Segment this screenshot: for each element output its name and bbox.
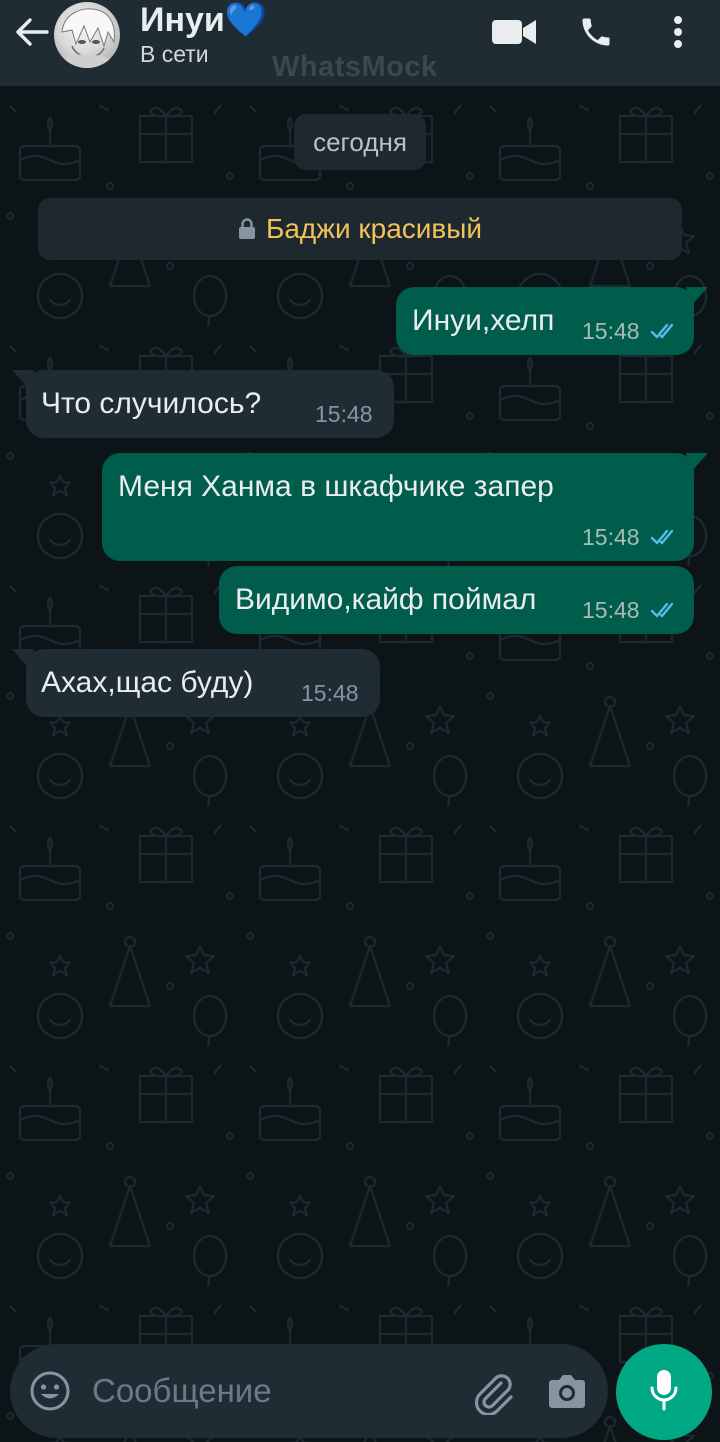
- system-message-text: Баджи красивый: [265, 213, 483, 244]
- bubble-tail: [686, 453, 708, 473]
- video-call-button[interactable]: [490, 12, 538, 56]
- read-ticks-icon: [650, 602, 674, 618]
- contact-avatar[interactable]: [54, 2, 120, 68]
- message-composer: [10, 1344, 608, 1438]
- attach-button[interactable]: [470, 1369, 516, 1417]
- camera-icon: [544, 1375, 590, 1419]
- system-message: Баджи красивый: [38, 198, 682, 260]
- lock-icon: [238, 218, 256, 240]
- date-divider: сегодня: [294, 114, 426, 170]
- message-time: 15:48: [315, 401, 373, 427]
- message-bubble-outgoing[interactable]: Меня Ханма в шкафчике запер 15:48: [102, 453, 694, 561]
- message-text: Что случилось?: [41, 387, 262, 420]
- message-time: 15:48: [582, 318, 640, 344]
- message-bubble-incoming[interactable]: Что случилось? 15:48: [26, 370, 394, 438]
- contact-name[interactable]: Инуи💙: [140, 0, 267, 40]
- mic-icon: [649, 1369, 679, 1416]
- video-call-icon: [491, 18, 537, 51]
- message-time: 15:48: [582, 524, 640, 550]
- chat-header: Инуи💙 В сети WhatsMock: [0, 0, 720, 86]
- watermark: WhatsMock: [272, 51, 438, 83]
- emoji-button[interactable]: [28, 1369, 72, 1413]
- contact-status: В сети: [140, 41, 209, 67]
- attach-icon: [470, 1374, 516, 1419]
- message-bubble-incoming[interactable]: Ахах,щас буду) 15:48: [26, 649, 380, 717]
- back-arrow-icon: [15, 17, 49, 52]
- voice-call-button[interactable]: [572, 12, 620, 56]
- message-time: 15:48: [582, 597, 640, 623]
- message-bubble-outgoing[interactable]: Видимо,кайф поймал 15:48: [219, 566, 694, 634]
- message-text: Ахах,щас буду): [41, 666, 254, 699]
- message-text: Меня Ханма в шкафчике запер: [118, 470, 554, 503]
- back-button[interactable]: [10, 12, 54, 56]
- read-ticks-icon: [650, 323, 674, 339]
- voice-message-button[interactable]: [616, 1344, 712, 1440]
- camera-button[interactable]: [544, 1369, 590, 1415]
- chat-area[interactable]: сегодня Баджи красивый Инуи,хелп 15:48 Ч…: [0, 86, 720, 1442]
- phone-icon: [578, 14, 614, 55]
- read-ticks-icon: [650, 529, 674, 545]
- message-bubble-outgoing[interactable]: Инуи,хелп 15:48: [396, 287, 694, 355]
- message-text: Инуи,хелп: [412, 304, 555, 337]
- more-options-button[interactable]: [654, 12, 702, 56]
- message-input[interactable]: [92, 1366, 462, 1416]
- bubble-tail: [686, 287, 708, 307]
- message-time: 15:48: [301, 680, 359, 706]
- more-vert-icon: [673, 14, 683, 55]
- message-text: Видимо,кайф поймал: [235, 583, 537, 616]
- emoji-icon: [28, 1371, 72, 1417]
